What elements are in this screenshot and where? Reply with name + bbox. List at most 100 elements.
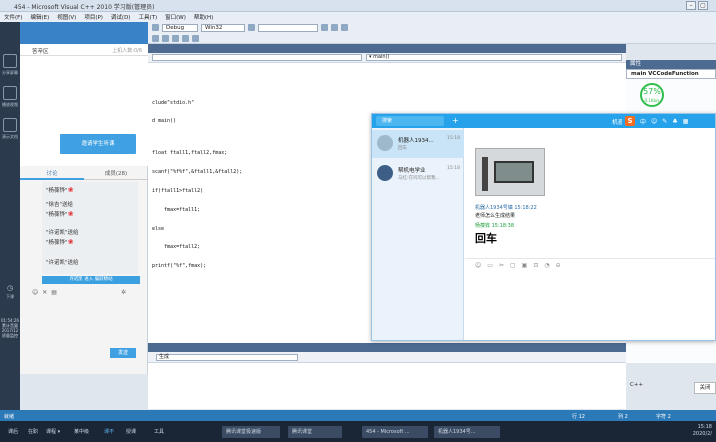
maximize-button[interactable]: ▢ [698,1,708,10]
code-line: scanf("%f%f",&ftall1,&ftall2); [152,168,243,175]
properties-combo[interactable]: main VCCodeFunction [626,69,716,79]
avatar [377,165,393,181]
toolbox-icon[interactable] [341,24,348,31]
qq-input-box[interactable] [465,272,715,340]
history-icon[interactable]: ◔ [544,262,549,269]
taskbar-label[interactable]: 课不 [100,426,114,438]
gear-icon[interactable]: ✲ [121,289,126,296]
add-icon[interactable]: + [452,116,459,126]
emoji-icon[interactable]: ☺ [475,262,481,269]
mode-label: 答辛区 [32,49,49,55]
menu-debug[interactable]: 调试(D) [111,13,131,21]
menu-window[interactable]: 窗口(W) [165,13,186,21]
gif-icon[interactable]: ▭ [487,262,493,269]
percent-sign: % [653,87,661,96]
panel-head: 答辛区 上机人数:0/6 [20,44,148,56]
stat-quality: 质量监控 [2,333,18,338]
close-button[interactable]: 关闭 [694,382,716,394]
taskbar-app-tencent-classroom[interactable]: 腾讯课堂 [288,426,342,438]
network-speed-widget[interactable]: 57% 0.1Kb/s [640,83,664,107]
invite-button[interactable]: 邀请学生听课 [60,134,136,154]
contact-item[interactable]: 机器人1934... 15:18 回车 [372,130,464,158]
run-icon[interactable] [152,24,159,31]
shirt-icon[interactable]: ♣ [672,118,677,125]
solution-explorer-icon[interactable] [321,24,328,31]
scissors-icon[interactable]: ✂ [499,262,504,269]
menu-tools[interactable]: 工具(T) [138,13,157,21]
editor-tabbar [148,44,626,53]
message-text: "杨葆铧" [46,212,68,218]
find-combo[interactable] [258,23,318,32]
classroom-sidebar: 分享屏幕 播放视频 演示文档 ◷ 下课 [0,22,20,410]
exit-icon[interactable]: ◷ [0,284,20,292]
taskbar-label[interactable]: 课后 [4,426,18,438]
taskbar-label[interactable]: 在职 [24,426,38,438]
indent-icon[interactable] [172,34,179,42]
comment-icon[interactable] [152,34,159,42]
screen-icon[interactable]: ⊡ [533,262,538,269]
taskbar-label[interactable]: 某中级 [70,426,89,438]
taskbar-label[interactable]: 授课 [122,426,136,438]
output-pane[interactable] [148,363,626,409]
outdent-icon[interactable] [182,34,189,42]
scope-combo[interactable] [152,54,362,61]
taskbar-app-qq-chat[interactable]: 机器人1934号... [434,426,500,438]
menu-view[interactable]: 视图(V) [57,13,76,21]
message-text: "许诺凯"送给 [46,230,79,236]
grid-icon[interactable]: ▦ [683,118,689,125]
code-text: clude"stdio.h" d main() float ftall1,fta… [152,87,242,282]
speed-percent: 57 [643,87,654,96]
bookmark-icon[interactable] [192,34,199,42]
editor-nav: ▾ main() [148,53,626,63]
message-text: "徐吉"送给 [46,202,74,208]
config-combo[interactable]: Debug [162,23,198,32]
taskbar-label[interactable]: 课程 ▾ [42,426,60,438]
message-text: "许诺凯"送给 [46,260,79,266]
mic-icon[interactable]: ✎ [662,118,667,125]
taskbar-app-visual-studio[interactable]: 454 - Microsoft ... [362,426,428,438]
image-icon[interactable]: ▣ [522,262,528,269]
minimize-button[interactable]: – [686,1,696,10]
output-source-combo[interactable]: 生成 [156,354,298,361]
find-icon[interactable] [248,24,255,31]
chat-input-toolbar: ☺ ✕ ▤ ✲ [20,286,148,298]
close-icon[interactable]: ✕ [42,289,47,296]
code-line: fmax=ftall1; [152,206,201,213]
function-combo[interactable]: ▾ main() [366,54,622,61]
contact-item[interactable]: 帮机电学业 15:18 马红:在吗可以帮我... [372,160,464,188]
contact-preview: 回车 [398,146,407,151]
send-button[interactable]: 发送 [110,348,136,358]
message-image[interactable] [475,148,545,196]
message-text: "杨葆铧" [46,240,68,246]
taskbar-app-tencent-classroom-lite[interactable]: 腾讯课堂极速版 [222,426,280,438]
tab-members[interactable]: 成员(28) [84,168,148,180]
contact-name: 帮机电学业 [398,168,426,174]
properties-icon[interactable] [331,24,338,31]
text-editor-toolbar [148,33,716,44]
share-screen-icon[interactable] [3,54,17,68]
folder-icon[interactable]: ▢ [510,262,516,269]
list-item: "杨葆铧"❀ [46,186,136,194]
menu-help[interactable]: 帮助(H) [194,13,213,21]
more-icon[interactable]: ⊝ [556,262,561,269]
present-doc-label: 演示文档 [2,134,18,139]
tab-discussion[interactable]: 讨论 [20,168,84,180]
message-meta: 杨葆铧 15:18:38 [475,223,515,229]
platform-combo[interactable]: Win32 [201,23,245,32]
menu-file[interactable]: 文件(F) [4,13,22,21]
present-doc-icon[interactable] [3,118,17,132]
status-char: 字符 2 [656,414,671,420]
menu-edit[interactable]: 编辑(E) [30,13,49,21]
punct-icon[interactable]: 中 [640,117,646,126]
image-icon[interactable]: ▤ [51,289,57,296]
code-line: clude"stdio.h" [152,99,195,106]
emoji-icon[interactable]: ☺ [651,118,657,125]
emoji-icon[interactable]: ☺ [32,289,38,296]
menu-project[interactable]: 项目(P) [84,13,103,21]
code-line: d main() [152,118,177,125]
search-input[interactable]: 搜索 [376,116,444,126]
uncomment-icon[interactable] [162,34,169,42]
taskbar-label[interactable]: 工具 [150,426,164,438]
qq-message-area: 机器人1934号镇 15:18:22 老师怎么生成结果 杨葆铧 15:18:38… [465,128,715,258]
play-video-icon[interactable] [3,86,17,100]
